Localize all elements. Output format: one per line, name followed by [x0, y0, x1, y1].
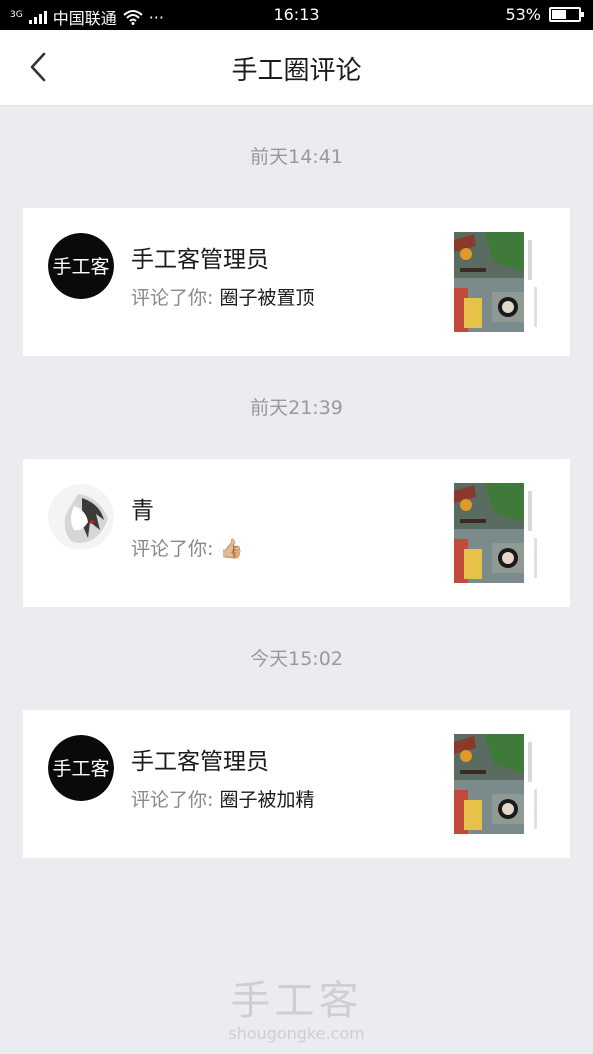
- commenter-name[interactable]: 青: [131, 491, 154, 525]
- battery-icon: [549, 7, 584, 22]
- status-right: 53%: [505, 5, 584, 24]
- page-title: 手工圈评论: [231, 56, 362, 86]
- comment-text: 评论了你: 圈子被加精: [131, 785, 314, 812]
- post-thumbnail[interactable]: [454, 483, 544, 583]
- post-thumbnail[interactable]: [454, 232, 544, 332]
- watermark: 手工客 shougongke.com: [0, 978, 593, 1044]
- avatar-portrait: [48, 484, 114, 550]
- watermark-logo-text: 手工客: [230, 978, 363, 1024]
- avatar[interactable]: 手工客: [48, 233, 114, 299]
- comment-body: 圈子被置顶: [219, 287, 315, 309]
- comment-prefix: 评论了你:: [131, 287, 220, 309]
- watermark-url: shougongke.com: [228, 1024, 365, 1043]
- battery-fill: [552, 10, 566, 19]
- comment-prefix: 评论了你:: [131, 789, 220, 811]
- svg-text:手工客: 手工客: [52, 256, 109, 278]
- shougongke-logo-avatar: 手工客: [48, 233, 114, 299]
- status-bar: 3G 中国联通 ··· 16:13 53%: [0, 0, 593, 30]
- status-time: 16:13: [273, 5, 320, 24]
- timestamp-label: 前天14:41: [250, 146, 343, 168]
- comment-card[interactable]: 青 评论了你: 👍🏼: [23, 459, 570, 607]
- commenter-name[interactable]: 手工客管理员: [131, 742, 269, 776]
- avatar[interactable]: [48, 484, 114, 550]
- comment-card[interactable]: 手工客 手工客管理员 评论了你: 圈子被置顶: [23, 208, 570, 356]
- svg-text:手工客: 手工客: [52, 758, 109, 780]
- comment-text: 评论了你: 圈子被置顶: [131, 283, 314, 310]
- comment-card[interactable]: 手工客 手工客管理员 评论了你: 圈子被加精: [23, 710, 570, 858]
- commenter-name[interactable]: 手工客管理员: [131, 240, 269, 274]
- post-thumbnail[interactable]: [454, 734, 544, 834]
- timestamp-label: 今天15:02: [250, 648, 343, 670]
- comment-text: 评论了你: 👍🏼: [131, 534, 243, 561]
- battery-percent: 53%: [505, 5, 541, 24]
- comment-body: 圈子被加精: [219, 789, 315, 811]
- comment-prefix: 评论了你:: [131, 538, 220, 560]
- avatar[interactable]: 手工客: [48, 735, 114, 801]
- nav-bar: 手工圈评论: [0, 30, 593, 106]
- thumbs-up-emoji: 👍🏼: [219, 538, 244, 560]
- shougongke-logo-avatar: 手工客: [48, 735, 114, 801]
- timestamp-label: 前天21:39: [250, 397, 343, 419]
